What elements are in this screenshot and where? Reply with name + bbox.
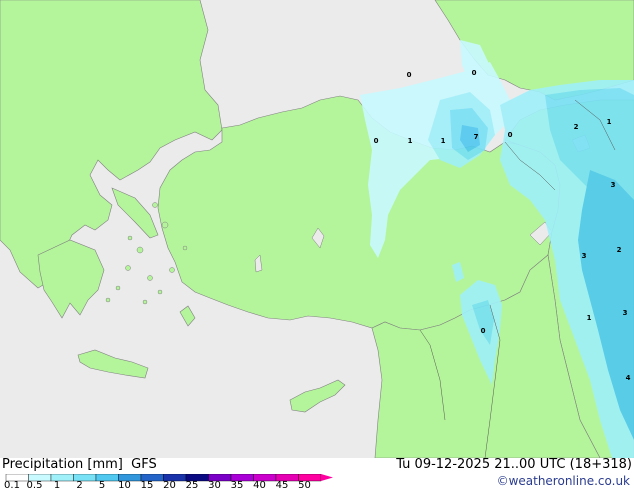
legend-tick: 30: [208, 480, 221, 491]
precipitation-map: 0011700213320134 0.1 0.5 1 2 5 10 15 20 25 30 35 40…: [0, 0, 634, 491]
legend-tick: 0.5: [26, 480, 43, 491]
rainfall-label: 3: [582, 252, 587, 260]
rainfall-label: 1: [408, 137, 413, 145]
rainfall-label: 7: [474, 133, 479, 141]
rainfall-label: 0: [374, 137, 379, 145]
legend-tick: 35: [230, 480, 244, 491]
rainfall-label: 3: [611, 181, 616, 189]
rainfall-label: 1: [587, 314, 592, 322]
rainfall-label: 1: [441, 137, 446, 145]
legend-tick: 2: [76, 480, 83, 491]
legend-tick: 10: [118, 480, 131, 491]
legend-tick: 15: [140, 480, 154, 491]
legend-tick: 45: [275, 480, 289, 491]
credit-link[interactable]: ©weatheronline.co.uk: [497, 474, 630, 488]
legend-tick: 50: [298, 480, 311, 491]
legend-tick: 25: [185, 480, 199, 491]
legend-tick: 40: [253, 480, 266, 491]
rainfall-label: 0: [472, 69, 477, 77]
rainfall-label: 3: [623, 309, 628, 317]
rainfall-label: 2: [617, 246, 622, 254]
map-canvas: 0 0 1 1 7 0 0 2 1 3 3 2 0 1 3 4: [0, 0, 634, 458]
legend-arrow: [321, 474, 333, 481]
rainfall-label: 1: [607, 118, 612, 126]
legend-tick: 1: [53, 480, 61, 491]
rainfall-label: 0: [508, 131, 513, 139]
legend-tick: 20: [163, 480, 176, 491]
legend-tick: 5: [98, 480, 106, 491]
valid-time: Tu 09-12-2025 21..00 UTC (18+318): [396, 457, 632, 472]
rainfall-label: 4: [626, 374, 631, 382]
rainfall-label: 0: [481, 327, 486, 335]
legend-title: Precipitation [mm] GFS: [2, 457, 157, 472]
legend-tick: 0.1: [4, 480, 20, 491]
rainfall-label: 0: [407, 71, 412, 79]
rainfall-label: 2: [574, 123, 579, 131]
